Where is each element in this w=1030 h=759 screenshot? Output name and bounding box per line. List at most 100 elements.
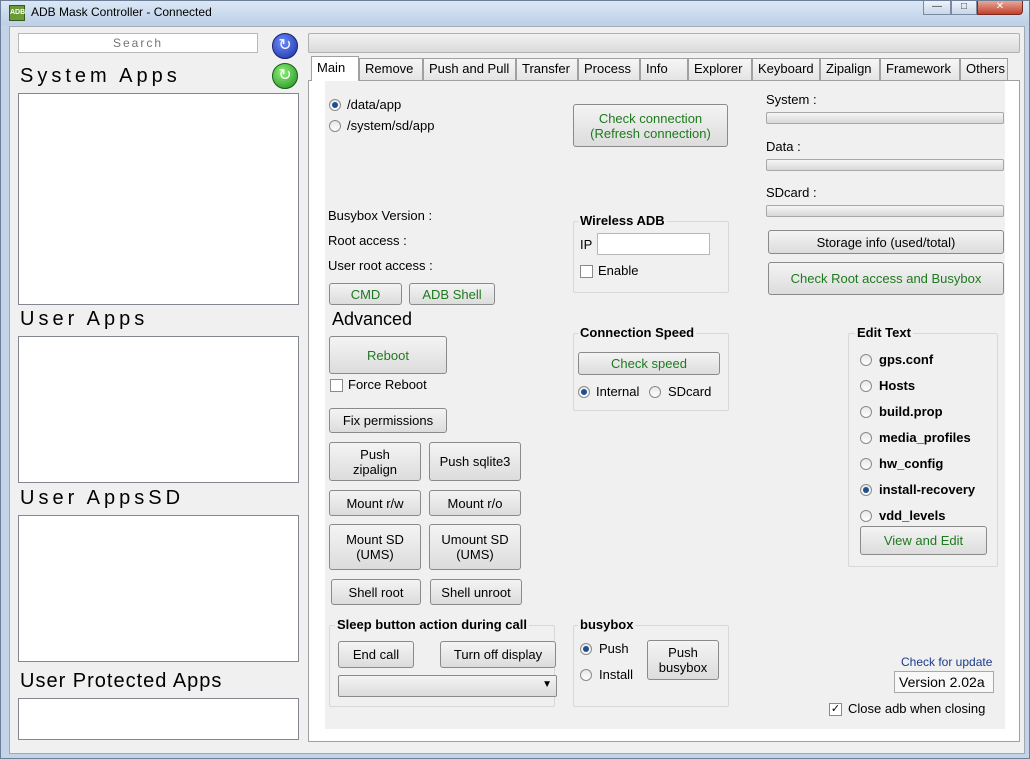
system-apps-list[interactable]	[18, 93, 299, 305]
radio-data-app-label: /data/app	[347, 97, 402, 112]
radio-build-prop[interactable]	[860, 406, 872, 418]
close-icon[interactable]: ✕	[977, 1, 1023, 15]
shell-unroot-button[interactable]: Shell unroot	[430, 579, 522, 605]
sleep-title: Sleep button action during call	[335, 617, 529, 632]
radio-internal[interactable]	[578, 386, 590, 398]
sdcard-storage-bar	[766, 205, 1004, 217]
radio-media-profiles[interactable]	[860, 432, 872, 444]
tab-main[interactable]: Main	[311, 56, 359, 81]
tab-push-and-pull[interactable]: Push and Pull	[423, 58, 516, 80]
tab-transfer[interactable]: Transfer	[516, 58, 578, 80]
radio-gps-conf[interactable]	[860, 354, 872, 366]
mount-sd-button[interactable]: Mount SD (UMS)	[329, 524, 421, 570]
edit-text-option-label: hw_config	[879, 456, 944, 471]
turn-off-display-button[interactable]: Turn off display	[440, 641, 556, 668]
tab-explorer[interactable]: Explorer	[688, 58, 752, 80]
client-area: ↻ System Apps ↻ User Apps User AppsSD Us…	[9, 26, 1025, 754]
edit-text-title: Edit Text	[855, 325, 913, 340]
ip-label: IP	[580, 237, 593, 252]
tab-info[interactable]: Info	[640, 58, 688, 80]
wireless-adb-group	[573, 221, 729, 293]
user-apps-list[interactable]	[18, 336, 299, 483]
minimize-icon[interactable]: —	[923, 1, 951, 15]
view-and-edit-button[interactable]: View and Edit	[860, 526, 987, 555]
radio-sdcard-label: SDcard	[668, 384, 712, 399]
advanced-title: Advanced	[332, 309, 413, 329]
radio-push[interactable]	[580, 643, 592, 655]
radio-data-app[interactable]	[329, 99, 341, 111]
close-adb-checkbox[interactable]: ✓	[829, 703, 842, 716]
radio-internal-label: Internal	[596, 384, 640, 399]
push-zipalign-button[interactable]: Push zipalign	[329, 442, 421, 481]
search-refresh-icon[interactable]: ↻	[272, 33, 298, 59]
data-storage-bar	[766, 159, 1004, 171]
tab-remove[interactable]: Remove	[359, 58, 423, 80]
check-root-button[interactable]: Check Root access and Busybox	[768, 262, 1004, 295]
radio-install-recovery[interactable]	[860, 484, 872, 496]
maximize-icon[interactable]: □	[951, 1, 977, 15]
system-storage-bar	[766, 112, 1004, 124]
radio-sdcard[interactable]	[649, 386, 661, 398]
shell-root-button[interactable]: Shell root	[331, 579, 421, 605]
tab-others[interactable]: Others	[960, 58, 1008, 80]
user-apps-sd-list[interactable]	[18, 515, 299, 662]
app-window: ADB ADB Mask Controller - Connected — □ …	[0, 0, 1030, 759]
radio-install[interactable]	[580, 669, 592, 681]
sleep-action-dropdown[interactable]: ▼	[338, 675, 557, 697]
tab-process[interactable]: Process	[578, 58, 640, 80]
umount-sd-button[interactable]: Umount SD (UMS)	[429, 524, 521, 570]
connection-speed-title: Connection Speed	[578, 325, 697, 340]
title-bar[interactable]: ADB ADB Mask Controller - Connected — □ …	[1, 1, 1029, 25]
tab-keyboard[interactable]: Keyboard	[752, 58, 820, 80]
check-connection-button[interactable]: Check connection (Refresh connection)	[573, 104, 728, 147]
edit-text-option-label: install-recovery	[879, 482, 976, 497]
wireless-enable-checkbox[interactable]	[580, 265, 593, 278]
force-reboot-checkbox[interactable]	[330, 379, 343, 392]
chevron-down-icon: ▼	[542, 679, 552, 690]
data-storage-label: Data :	[766, 139, 801, 154]
radio-system-sd-app[interactable]	[329, 120, 341, 132]
system-storage-label: System :	[766, 92, 817, 107]
user-protected-apps-list[interactable]	[18, 698, 299, 740]
check-speed-button[interactable]: Check speed	[578, 352, 720, 375]
root-access-label: Root access :	[328, 233, 407, 248]
storage-info-button[interactable]: Storage info (used/total)	[768, 230, 1004, 254]
wireless-enable-label: Enable	[598, 263, 639, 278]
push-busybox-button[interactable]: Push busybox	[647, 640, 719, 680]
main-panel: /data/app /system/sd/app Check connectio…	[325, 81, 1005, 729]
check-for-update-link[interactable]: Check for update	[901, 655, 992, 669]
window-title: ADB Mask Controller - Connected	[31, 5, 212, 19]
busybox-version-label: Busybox Version :	[328, 208, 433, 223]
ip-input[interactable]	[597, 233, 710, 255]
mount-rw-button[interactable]: Mount r/w	[329, 490, 421, 516]
tab-zipalign[interactable]: Zipalign	[820, 58, 880, 80]
edit-text-option-label: media_profiles	[879, 430, 971, 445]
force-reboot-label: Force Reboot	[348, 377, 427, 392]
user-apps-label: User Apps	[20, 308, 149, 330]
radio-system-sd-app-label: /system/sd/app	[347, 118, 435, 133]
push-sqlite3-button[interactable]: Push sqlite3	[429, 442, 521, 481]
busybox-title: busybox	[578, 617, 636, 632]
edit-text-option-label: gps.conf	[879, 352, 934, 367]
edit-text-option-label: build.prop	[879, 404, 943, 419]
close-adb-label: Close adb when closing	[848, 701, 986, 716]
tab-page-main: /data/app /system/sd/app Check connectio…	[308, 80, 1020, 742]
app-icon: ADB	[9, 5, 25, 21]
adb-shell-button[interactable]: ADB Shell	[409, 283, 495, 305]
mount-ro-button[interactable]: Mount r/o	[429, 490, 521, 516]
wireless-adb-title: Wireless ADB	[578, 213, 667, 228]
search-input[interactable]	[18, 33, 258, 53]
reboot-button[interactable]: Reboot	[329, 336, 447, 374]
progress-bar	[308, 33, 1020, 53]
radio-hw-config[interactable]	[860, 458, 872, 470]
edit-text-option-label: Hosts	[879, 378, 916, 393]
fix-permissions-button[interactable]: Fix permissions	[329, 408, 447, 433]
cmd-button[interactable]: CMD	[329, 283, 402, 305]
tab-framework[interactable]: Framework	[880, 58, 960, 80]
refresh-apps-icon[interactable]: ↻	[272, 63, 298, 89]
radio-hosts[interactable]	[860, 380, 872, 392]
sdcard-storage-label: SDcard :	[766, 185, 817, 200]
radio-vdd-levels[interactable]	[860, 510, 872, 522]
version-label: Version 2.02a	[894, 671, 994, 693]
end-call-button[interactable]: End call	[338, 641, 414, 668]
